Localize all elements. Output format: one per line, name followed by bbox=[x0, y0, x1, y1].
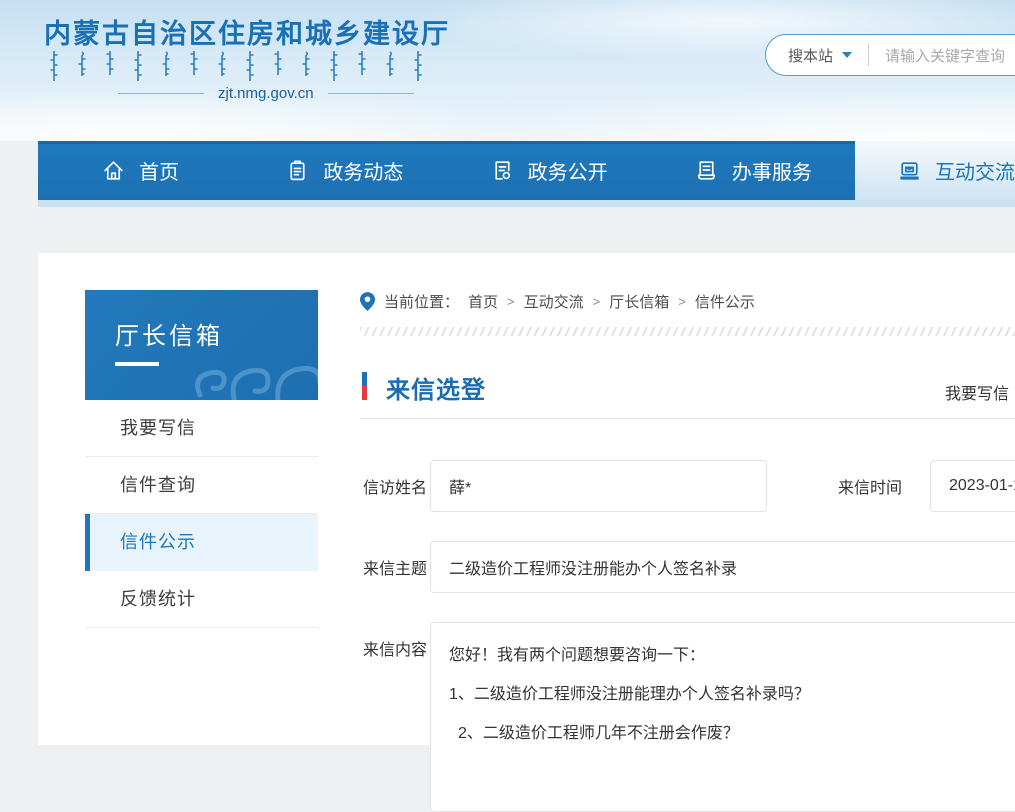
mongolian-script bbox=[50, 50, 445, 89]
sidebar-item-letter-query[interactable]: 信件查询 bbox=[85, 457, 318, 514]
nav-item-label: 政务公开 bbox=[528, 156, 608, 185]
breadcrumb-mailbox[interactable]: 厅长信箱 bbox=[609, 291, 669, 312]
nav-item-label: 首页 bbox=[139, 156, 179, 185]
sidebar-item-label: 信件公示 bbox=[120, 532, 196, 552]
hatched-divider bbox=[360, 327, 1015, 336]
sidebar: 厅长信箱 我要写信 信件查询 信件公示 反馈统计 bbox=[85, 290, 318, 628]
content-card: 厅长信箱 我要写信 信件查询 信件公示 反馈统计 bbox=[38, 253, 1015, 745]
name-field[interactable]: 薛* bbox=[430, 460, 767, 512]
sidebar-header: 厅长信箱 bbox=[85, 290, 318, 400]
cloud-swirl-ornament bbox=[190, 337, 318, 400]
nav-item-services[interactable]: 办事服务 bbox=[651, 141, 855, 200]
time-field[interactable]: 2023-01-1 bbox=[930, 460, 1015, 512]
subject-field[interactable]: 二级造价工程师没注册能办个人签名补录 bbox=[430, 541, 1015, 593]
sidebar-item-label: 反馈统计 bbox=[120, 589, 196, 609]
nav-item-news[interactable]: 政务动态 bbox=[242, 141, 446, 200]
time-value: 2023-01-1 bbox=[949, 477, 1015, 495]
search-divider bbox=[868, 44, 869, 66]
breadcrumb-separator: > bbox=[593, 294, 601, 309]
divider-line bbox=[328, 93, 414, 94]
content-line: 您好！我有两个问题想要咨询一下： bbox=[449, 636, 1015, 675]
breadcrumb-interaction[interactable]: 互动交流 bbox=[524, 291, 584, 312]
name-value: 薛* bbox=[449, 474, 471, 498]
divider-line bbox=[118, 93, 204, 94]
site-url: zjt.nmg.gov.cn bbox=[218, 85, 314, 102]
home-icon bbox=[101, 158, 126, 183]
breadcrumb-separator: > bbox=[507, 294, 515, 309]
site-header: 内蒙古自治区住房和城乡建设厅 zjt.nmg.gov.cn 搜本站 bbox=[0, 0, 1015, 141]
section-title-accent-bar bbox=[362, 372, 367, 400]
sidebar-item-label: 信件查询 bbox=[120, 475, 196, 495]
write-letter-link[interactable]: 我要写信 bbox=[945, 380, 1009, 404]
breadcrumb-letter-publicity[interactable]: 信件公示 bbox=[695, 291, 755, 312]
content-label: 来信内容 bbox=[363, 622, 427, 674]
main-nav: 首页 政务动态 政务公开 办事服务 互动交流 bbox=[38, 141, 1015, 200]
nav-item-disclosure[interactable]: 政务公开 bbox=[447, 141, 651, 200]
subject-label: 来信主题 bbox=[363, 541, 427, 593]
search-scope-dropdown[interactable]: 搜本站 bbox=[788, 45, 852, 66]
content-line: 2、二级造价工程师几年不注册会作废？ bbox=[449, 714, 1015, 753]
chevron-down-icon bbox=[842, 52, 852, 58]
sidebar-item-label: 我要写信 bbox=[120, 418, 196, 438]
content-line: 1、二级造价工程师没注册能理办个人签名补录吗？ bbox=[449, 675, 1015, 714]
time-label: 来信时间 bbox=[838, 460, 902, 512]
location-pin-icon bbox=[360, 292, 375, 311]
sidebar-item-feedback-stats[interactable]: 反馈统计 bbox=[85, 571, 318, 628]
nav-bottom-strip bbox=[38, 200, 1015, 207]
sidebar-menu: 我要写信 信件查询 信件公示 反馈统计 bbox=[85, 400, 318, 628]
sidebar-item-letter-publicity[interactable]: 信件公示 bbox=[85, 514, 318, 571]
breadcrumb-home[interactable]: 首页 bbox=[468, 291, 498, 312]
nav-item-label: 政务动态 bbox=[323, 156, 403, 185]
breadcrumb-prefix: 当前位置： bbox=[384, 291, 459, 312]
section-title-row: 来信选登 我要写信 bbox=[360, 357, 1015, 419]
sidebar-title-underline bbox=[115, 362, 159, 366]
nav-item-home[interactable]: 首页 bbox=[38, 141, 242, 200]
name-label: 信访姓名 bbox=[363, 460, 427, 512]
document-disclosure-icon bbox=[490, 158, 515, 183]
main-content: 当前位置： 首页 > 互动交流 > 厅长信箱 > 信件公示 来信选登 我要写信 … bbox=[360, 290, 1015, 419]
search-input[interactable]: 请输入关键字查询 bbox=[885, 45, 1005, 66]
interaction-icon bbox=[897, 158, 922, 183]
section-title: 来信选登 bbox=[386, 370, 486, 405]
site-url-row: zjt.nmg.gov.cn bbox=[118, 85, 414, 102]
content-field[interactable]: 您好！我有两个问题想要咨询一下： 1、二级造价工程师没注册能理办个人签名补录吗？… bbox=[430, 622, 1015, 812]
subject-value: 二级造价工程师没注册能办个人签名补录 bbox=[449, 555, 737, 579]
breadcrumb: 当前位置： 首页 > 互动交流 > 厅长信箱 > 信件公示 bbox=[360, 290, 1015, 312]
sidebar-item-write-letter[interactable]: 我要写信 bbox=[85, 400, 318, 457]
search-scope-label: 搜本站 bbox=[788, 45, 833, 66]
clipboard-icon bbox=[285, 158, 310, 183]
site-search[interactable]: 搜本站 请输入关键字查询 bbox=[765, 34, 1015, 76]
nav-item-label: 互动交流 bbox=[935, 156, 1015, 185]
service-scroll-icon bbox=[694, 158, 719, 183]
nav-item-label: 办事服务 bbox=[732, 156, 812, 185]
nav-item-interaction[interactable]: 互动交流 bbox=[855, 141, 1015, 200]
breadcrumb-separator: > bbox=[678, 294, 686, 309]
site-title: 内蒙古自治区住房和城乡建设厅 bbox=[44, 12, 450, 51]
